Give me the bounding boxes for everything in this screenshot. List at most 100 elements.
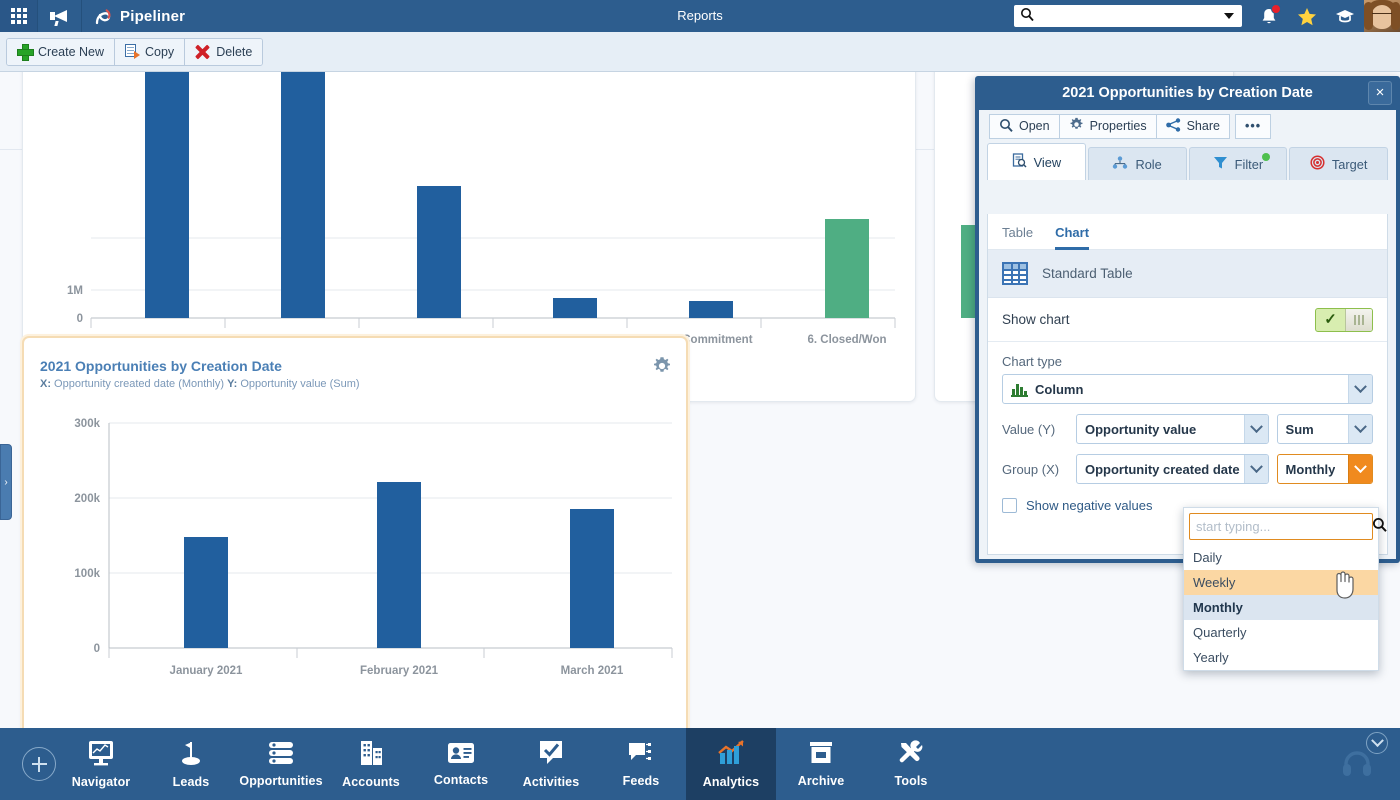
tab-view-label: View: [1034, 155, 1062, 170]
support-headset-icon[interactable]: [1340, 747, 1374, 781]
pipeliner-logo-icon: [94, 7, 113, 26]
svg-text:0: 0: [77, 313, 83, 325]
notifications-bell-icon[interactable]: [1250, 0, 1288, 32]
chevron-down-icon[interactable]: [1348, 415, 1372, 443]
group-x-period-select[interactable]: Monthly: [1277, 454, 1373, 484]
value-y-label: Value (Y): [1002, 422, 1068, 437]
svg-text:March 2021: March 2021: [561, 665, 624, 677]
chevron-down-icon[interactable]: [1348, 375, 1372, 403]
subtab-chart[interactable]: Chart: [1055, 214, 1089, 250]
opportunities-stack-icon: [266, 740, 296, 769]
copy-button[interactable]: Copy: [114, 39, 184, 65]
feeds-comment-icon: [627, 740, 655, 769]
dropdown-option-yearly[interactable]: Yearly: [1184, 645, 1378, 670]
period-dropdown: Daily Weekly Monthly Quarterly Yearly: [1183, 507, 1379, 671]
open-label: Open: [1019, 119, 1050, 133]
brand-logo[interactable]: Pipeliner: [82, 0, 197, 32]
nav-item-tools[interactable]: Tools: [866, 728, 956, 800]
gear-icon: [1069, 117, 1084, 135]
apps-grid-icon[interactable]: [0, 0, 38, 32]
standard-table-label: Standard Table: [1042, 266, 1133, 281]
chevron-down-icon[interactable]: [1244, 415, 1268, 443]
leads-flag-icon: [177, 739, 205, 770]
search-input[interactable]: [1034, 6, 1224, 26]
close-x-icon: [195, 44, 210, 59]
dropdown-option-quarterly[interactable]: Quarterly: [1184, 620, 1378, 645]
show-negative-checkbox[interactable]: [1002, 498, 1017, 513]
dropdown-search[interactable]: [1189, 513, 1373, 540]
nav-item-contacts[interactable]: Contacts: [416, 728, 506, 800]
chevron-right-icon: ›: [4, 477, 7, 488]
chart-type-label: Chart type: [1002, 354, 1373, 369]
subtab-table[interactable]: Table: [1002, 214, 1033, 250]
magnifier-icon: [999, 118, 1013, 135]
show-chart-toggle[interactable]: ✓: [1315, 308, 1373, 332]
topbar-right-tools: [1014, 0, 1400, 32]
group-x-field-value: Opportunity created date: [1085, 462, 1240, 477]
open-button[interactable]: Open: [989, 114, 1060, 139]
nav-item-analytics[interactable]: Analytics: [686, 728, 776, 800]
tab-role-label: Role: [1135, 157, 1161, 172]
sidebar-expand-handle[interactable]: ›: [0, 444, 12, 520]
value-y-aggregation-select[interactable]: Sum: [1277, 414, 1373, 444]
chevron-down-icon[interactable]: [1366, 732, 1388, 754]
properties-button[interactable]: Properties: [1060, 114, 1157, 139]
more-options-button[interactable]: •••: [1235, 114, 1271, 139]
nav-item-feeds[interactable]: Feeds: [596, 728, 686, 800]
nav-label: Tools: [895, 774, 928, 788]
nav-item-archive[interactable]: Archive: [776, 728, 866, 800]
svg-text:0: 0: [94, 643, 100, 655]
dropdown-option-daily[interactable]: Daily: [1184, 545, 1378, 570]
academy-graduation-cap-icon[interactable]: [1326, 0, 1364, 32]
creation-date-chart-card[interactable]: 2021 Opportunities by Creation Date X: O…: [22, 336, 688, 728]
quick-add-button[interactable]: [22, 747, 56, 781]
tab-filter[interactable]: Filter: [1189, 147, 1288, 180]
favorites-star-icon[interactable]: [1288, 0, 1326, 32]
share-button[interactable]: Share: [1157, 114, 1230, 139]
card-subtitle-x: Opportunity created date (Monthly): [51, 378, 227, 390]
nav-item-accounts[interactable]: Accounts: [326, 728, 416, 800]
chevron-down-icon[interactable]: [1224, 13, 1234, 19]
nav-label: Accounts: [342, 775, 400, 789]
copy-icon: [125, 44, 139, 59]
value-y-field-value: Opportunity value: [1085, 422, 1196, 437]
chart-type-select[interactable]: Column: [1002, 374, 1373, 404]
report-settings-panel: 2021 Opportunities by Creation Date × Op…: [975, 76, 1400, 563]
navigator-icon: [86, 739, 116, 770]
user-avatar[interactable]: [1364, 0, 1400, 32]
card-settings-gear-icon[interactable]: [652, 356, 672, 376]
share-icon: [1166, 118, 1181, 135]
column-chart-icon: [1011, 382, 1028, 397]
panel-tabs: View Role Filter: [979, 142, 1396, 180]
tab-target[interactable]: Target: [1289, 147, 1388, 180]
nav-item-opportunities[interactable]: Opportunities: [236, 728, 326, 800]
tab-role[interactable]: Role: [1088, 147, 1187, 180]
tab-view[interactable]: View: [987, 143, 1086, 180]
create-new-button[interactable]: Create New: [7, 39, 114, 65]
properties-label: Properties: [1090, 119, 1147, 133]
megaphone-icon[interactable]: [38, 0, 82, 32]
value-y-field-select[interactable]: Opportunity value: [1076, 414, 1269, 444]
card-title: 2021 Opportunities by Creation Date: [40, 358, 282, 374]
activities-check-icon: [537, 739, 565, 770]
global-search[interactable]: [1014, 5, 1242, 27]
delete-button[interactable]: Delete: [184, 39, 262, 65]
card-subtitle: X: Opportunity created date (Monthly) Y:…: [40, 378, 360, 390]
dropdown-option-weekly[interactable]: Weekly: [1184, 570, 1378, 595]
brand-name: Pipeliner: [120, 8, 185, 25]
group-x-field-select[interactable]: Opportunity created date: [1076, 454, 1269, 484]
nav-item-activities[interactable]: Activities: [506, 728, 596, 800]
nav-item-leads[interactable]: Leads: [146, 728, 236, 800]
archive-box-icon: [807, 740, 835, 769]
nav-item-navigator[interactable]: Navigator: [56, 728, 146, 800]
dropdown-option-monthly[interactable]: Monthly: [1184, 595, 1378, 620]
contacts-card-icon: [446, 741, 476, 768]
dropdown-search-input[interactable]: [1196, 519, 1372, 534]
chevron-down-icon[interactable]: [1244, 455, 1268, 483]
chevron-down-icon[interactable]: [1348, 455, 1372, 483]
standard-table-row[interactable]: Standard Table: [988, 250, 1387, 298]
svg-text:300k: 300k: [74, 418, 100, 430]
close-icon[interactable]: ×: [1368, 81, 1392, 105]
application-window: Pipeliner Reports: [0, 0, 1400, 800]
tab-target-label: Target: [1332, 157, 1368, 172]
